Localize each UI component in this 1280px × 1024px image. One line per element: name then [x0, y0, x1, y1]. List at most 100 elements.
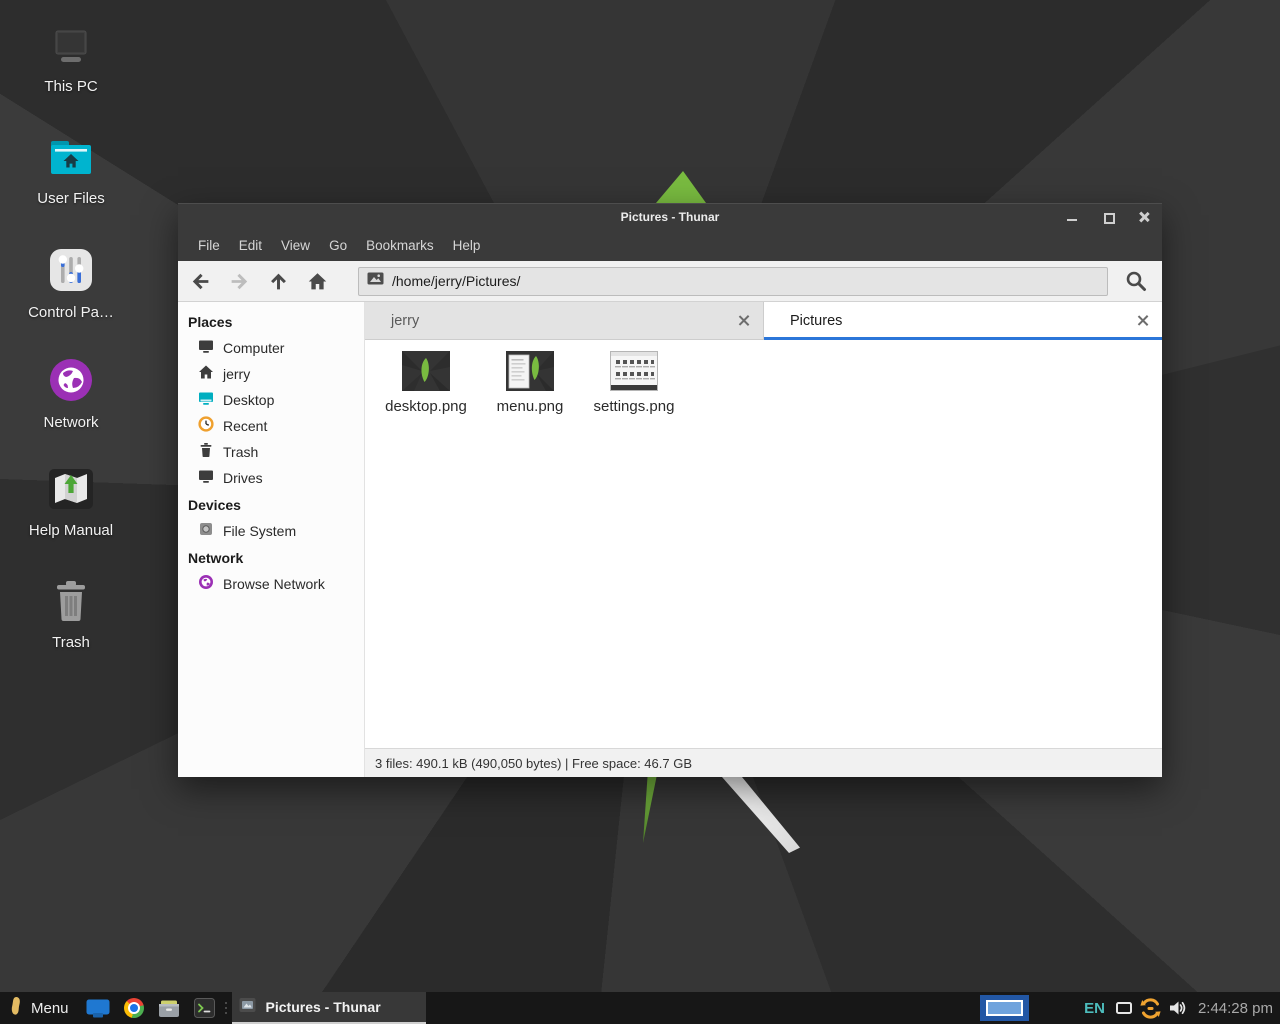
menu-go[interactable]: Go: [320, 238, 357, 253]
sidebar-item-desktop[interactable]: Desktop: [178, 387, 364, 413]
window-title: Pictures - Thunar: [621, 210, 720, 224]
file-manager-launcher[interactable]: [158, 998, 180, 1018]
desktop-icon-this-pc[interactable]: This PC: [10, 30, 132, 95]
show-desktop-button[interactable]: [86, 999, 110, 1018]
home-icon: [198, 364, 214, 385]
desktop-icon-help-manual[interactable]: Help Manual: [10, 468, 132, 539]
up-button[interactable]: [264, 267, 293, 296]
file-view[interactable]: desktop.png menu.png: [365, 340, 1162, 748]
status-bar: 3 files: 490.1 kB (490,050 bytes) | Free…: [365, 748, 1162, 777]
image-thumbnail: [402, 351, 450, 391]
path-entry[interactable]: /home/jerry/Pictures/: [358, 267, 1108, 296]
tab-label: jerry: [391, 313, 419, 329]
thunar-app-icon: [239, 997, 256, 1018]
desktop-icon-network[interactable]: Network: [10, 358, 132, 431]
sidebar-item-label: Drives: [223, 470, 263, 486]
workspace-switcher[interactable]: [980, 995, 1029, 1021]
taskbar-clock[interactable]: 2:44:28 pm: [1198, 1000, 1273, 1017]
update-manager-icon[interactable]: [1139, 997, 1162, 1020]
desktop-icon-label: User Files: [37, 190, 105, 207]
forward-button[interactable]: [225, 267, 254, 296]
sliders-icon: [49, 248, 93, 297]
tab-bar: jerry Pictures: [365, 302, 1162, 340]
computer-icon: [45, 30, 97, 71]
desktop-icon-user-files[interactable]: User Files: [10, 138, 132, 207]
window-titlebar[interactable]: Pictures - Thunar: [178, 203, 1162, 229]
status-text: 3 files: 490.1 kB (490,050 bytes) | Free…: [375, 756, 692, 771]
sidebar-item-drives[interactable]: Drives: [178, 465, 364, 491]
sidebar-item-label: Computer: [223, 340, 284, 356]
menu-view[interactable]: View: [272, 238, 320, 253]
harddisk-icon: [198, 521, 214, 542]
sidebar-header-devices: Devices: [178, 491, 364, 518]
system-tray: EN 2:44:28 pm: [980, 995, 1280, 1021]
start-menu-button[interactable]: Menu: [0, 992, 79, 1024]
file-desktop-png[interactable]: desktop.png: [378, 351, 474, 415]
sidebar-item-trash[interactable]: Trash: [178, 439, 364, 465]
terminal-launcher[interactable]: [194, 998, 215, 1018]
keyboard-layout-indicator[interactable]: EN: [1084, 1000, 1105, 1017]
computer-icon: [198, 338, 214, 359]
close-button[interactable]: [1138, 211, 1150, 223]
drive-monitor-icon: [198, 468, 214, 489]
trash-icon: [198, 442, 214, 463]
menu-bookmarks[interactable]: Bookmarks: [357, 238, 444, 253]
taskbar-window-label: Pictures - Thunar: [266, 999, 381, 1015]
menu-edit[interactable]: Edit: [230, 238, 272, 253]
tab-close-icon[interactable]: [737, 314, 750, 327]
tab-close-icon[interactable]: [1136, 314, 1149, 327]
sidebar-item-computer[interactable]: Computer: [178, 335, 364, 361]
thunar-window: Pictures - Thunar File Edit View Go Book…: [178, 203, 1162, 777]
distro-menu-icon: [8, 996, 24, 1021]
taskbar: Menu Pictures - Thunar EN: [0, 992, 1280, 1024]
desktop-monitor-icon: [198, 390, 214, 411]
file-settings-png[interactable]: settings.png: [586, 351, 682, 415]
sidebar-item-label: Trash: [223, 444, 258, 460]
sidebar-item-home-jerry[interactable]: jerry: [178, 361, 364, 387]
desktop-icon-control-panel[interactable]: Control Pa…: [10, 248, 132, 321]
globe-icon: [198, 574, 214, 595]
menu-file[interactable]: File: [189, 238, 230, 253]
chrome-launcher[interactable]: [124, 998, 144, 1018]
sidebar-item-label: Recent: [223, 418, 267, 434]
sidebar-item-label: Browse Network: [223, 576, 325, 592]
search-button[interactable]: [1120, 265, 1152, 297]
sidebar-item-browse-network[interactable]: Browse Network: [178, 571, 364, 597]
minimize-button[interactable]: [1066, 211, 1078, 223]
notification-monitor-icon[interactable]: [1116, 1002, 1132, 1014]
desktop-icon-label: Help Manual: [29, 522, 113, 539]
tab-jerry[interactable]: jerry: [365, 302, 764, 340]
file-name: menu.png: [497, 398, 564, 415]
sidebar-header-places: Places: [178, 308, 364, 335]
menu-label: Menu: [31, 1000, 69, 1017]
menu-help[interactable]: Help: [444, 238, 491, 253]
trash-icon: [51, 580, 91, 627]
desktop-icon-trash[interactable]: Trash: [10, 580, 132, 651]
sidebar-item-label: Desktop: [223, 392, 274, 408]
desktop-icon-label: Trash: [52, 634, 90, 651]
taskbar-window-button[interactable]: Pictures - Thunar: [232, 992, 426, 1024]
sidebar-item-recent[interactable]: Recent: [178, 413, 364, 439]
desktop-icon-label: Network: [43, 414, 98, 431]
image-file-icon: [367, 272, 384, 290]
sidebar-header-network: Network: [178, 544, 364, 571]
panel-drag-handle[interactable]: [225, 1002, 227, 1014]
folder-home-icon: [48, 138, 94, 183]
file-menu-png[interactable]: menu.png: [482, 351, 578, 415]
path-text: /home/jerry/Pictures/: [392, 273, 520, 289]
sidebar-item-label: jerry: [223, 366, 250, 382]
home-button[interactable]: [303, 267, 332, 296]
menubar: File Edit View Go Bookmarks Help: [178, 229, 1162, 261]
sidebar-item-file-system[interactable]: File System: [178, 518, 364, 544]
maximize-button[interactable]: [1102, 211, 1114, 223]
toolbar: /home/jerry/Pictures/: [178, 261, 1162, 302]
image-thumbnail: [610, 351, 658, 391]
back-button[interactable]: [186, 267, 215, 296]
volume-icon[interactable]: [1169, 999, 1188, 1017]
file-name: desktop.png: [385, 398, 467, 415]
image-thumbnail: [506, 351, 554, 391]
tab-pictures[interactable]: Pictures: [764, 302, 1162, 340]
desktop-icon-label: Control Pa…: [28, 304, 114, 321]
tab-label: Pictures: [790, 313, 842, 329]
globe-icon: [49, 358, 93, 407]
